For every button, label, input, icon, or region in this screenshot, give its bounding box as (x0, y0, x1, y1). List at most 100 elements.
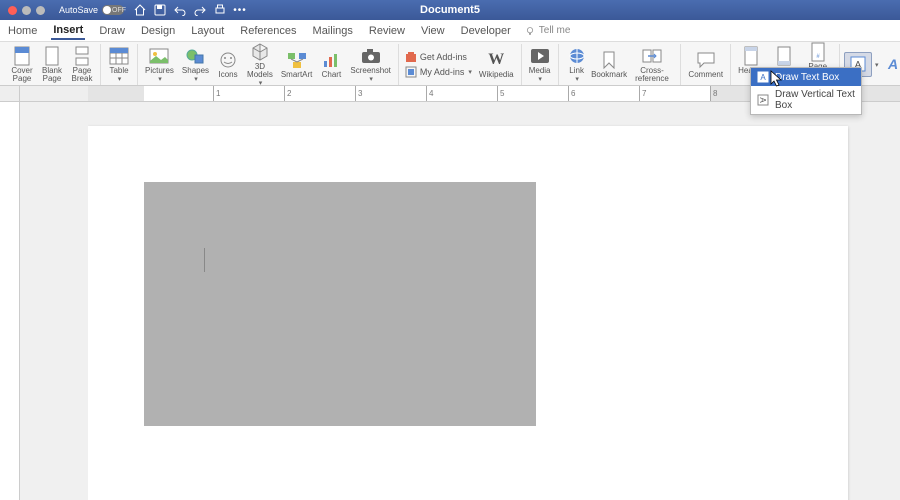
chevron-down-icon: ▾ (194, 75, 198, 83)
smartart-button[interactable]: SmartArt (278, 49, 316, 80)
zoom-window-icon[interactable] (36, 6, 45, 15)
chevron-down-icon: ▾ (259, 79, 263, 86)
get-addins-button[interactable]: Get Add-ins (403, 50, 474, 64)
smartart-icon (287, 50, 307, 70)
chevron-down-icon: ▾ (575, 75, 579, 83)
header-icon (741, 46, 761, 66)
tab-view[interactable]: View (419, 23, 447, 39)
svg-text:A: A (760, 73, 766, 82)
more-icon[interactable]: ••• (234, 4, 246, 16)
mac-title-bar: AutoSave OFF ••• Document5 (0, 0, 900, 20)
chevron-down-icon: ▾ (468, 68, 472, 76)
wikipedia-icon: W (486, 50, 506, 70)
tables-group: Table▾ (101, 44, 138, 85)
chevron-down-icon[interactable]: ▾ (875, 61, 879, 69)
tab-layout[interactable]: Layout (189, 23, 226, 39)
3d-models-button[interactable]: 3D Models▾ (244, 42, 276, 86)
crossref-icon (642, 46, 662, 66)
ruler-mark: 3 (355, 86, 362, 101)
draw-vertical-text-box-item[interactable]: A Draw Vertical Text Box (751, 86, 861, 114)
autosave-state: OFF (112, 7, 126, 14)
page-number-icon: # (808, 42, 828, 62)
wordart-button[interactable]: A (880, 53, 900, 76)
autosave-toggle[interactable]: OFF (102, 5, 124, 15)
ruler-mark: 8 (710, 86, 717, 101)
vertical-text-box-icon: A (757, 94, 769, 106)
chevron-down-icon: ▾ (118, 75, 122, 83)
minimize-window-icon[interactable] (22, 6, 31, 15)
media-group: Media▾ (522, 44, 559, 85)
links-group: Link▾ Bookmark Cross-reference (559, 44, 682, 85)
tell-me-search[interactable]: Tell me (525, 25, 571, 36)
media-button[interactable]: Media▾ (526, 45, 554, 84)
chart-icon (321, 50, 341, 70)
cover-page-button[interactable]: Cover Page (8, 45, 36, 84)
ruler-mark: 7 (639, 86, 646, 101)
chevron-down-icon: ▾ (369, 75, 373, 83)
tab-insert[interactable]: Insert (51, 22, 85, 40)
tab-references[interactable]: References (238, 23, 298, 39)
redo-icon[interactable] (194, 4, 206, 16)
blank-page-button[interactable]: Blank Page (38, 45, 66, 84)
draw-text-box-item[interactable]: A Draw Text Box (751, 68, 861, 86)
tab-review[interactable]: Review (367, 23, 407, 39)
autosave-label: AutoSave (59, 5, 98, 15)
table-icon (109, 46, 129, 66)
comments-group: Comment (681, 44, 731, 85)
tab-developer[interactable]: Developer (459, 23, 513, 39)
quick-access-toolbar: ••• (134, 4, 246, 16)
store-icon (405, 51, 417, 63)
vertical-ruler[interactable] (0, 102, 20, 500)
illustrations-group: Pictures▾ Shapes▾ Icons 3D Models▾ Smart… (138, 44, 399, 85)
ruler-mark: 2 (284, 86, 291, 101)
print-icon[interactable] (214, 4, 226, 16)
cross-reference-button[interactable]: Cross-reference (628, 45, 677, 84)
bookmark-button[interactable]: Bookmark (593, 49, 626, 80)
page-break-button[interactable]: Page Break (68, 45, 96, 84)
link-button[interactable]: Link▾ (563, 45, 591, 84)
ruler-mark: 1 (213, 86, 220, 101)
workspace (0, 102, 900, 500)
undo-icon[interactable] (174, 4, 186, 16)
page-scroll-area[interactable] (88, 102, 900, 500)
screenshot-button[interactable]: Screenshot▾ (347, 45, 393, 84)
chart-button[interactable]: Chart (317, 49, 345, 80)
cover-page-icon (12, 46, 32, 66)
chevron-down-icon: ▾ (538, 75, 542, 83)
svg-text:A: A (887, 56, 898, 72)
pictures-button[interactable]: Pictures▾ (142, 45, 177, 84)
icons-button[interactable]: Icons (214, 49, 242, 80)
close-window-icon[interactable] (8, 6, 17, 15)
pages-group: Cover Page Blank Page Page Break (4, 44, 101, 85)
camera-icon (361, 46, 381, 66)
page-break-icon (72, 46, 92, 66)
table-button[interactable]: Table▾ (105, 45, 133, 84)
text-box-dropdown: A Draw Text Box A Draw Vertical Text Box (750, 67, 862, 115)
ruler-mark: 6 (568, 86, 575, 101)
pictures-icon (149, 46, 169, 66)
inserted-shape-rectangle[interactable] (144, 182, 536, 426)
document-page[interactable] (88, 126, 848, 500)
text-cursor (204, 248, 205, 272)
window-controls[interactable] (8, 6, 45, 15)
footer-icon (774, 46, 794, 66)
shapes-icon (185, 46, 205, 66)
addins-icon (405, 66, 417, 78)
home-icon[interactable] (134, 4, 146, 16)
tab-home[interactable]: Home (6, 23, 39, 39)
tab-mailings[interactable]: Mailings (311, 23, 355, 39)
document-title: Document5 (420, 4, 480, 16)
autosave-control[interactable]: AutoSave OFF (59, 5, 124, 15)
comment-button[interactable]: Comment (685, 49, 726, 80)
dd-label: Draw Vertical Text Box (775, 89, 855, 111)
wikipedia-button[interactable]: W Wikipedia (476, 49, 517, 80)
addins-group: Get Add-ins My Add-ins▾ W Wikipedia (399, 44, 522, 85)
tab-design[interactable]: Design (139, 23, 177, 39)
my-addins-button[interactable]: My Add-ins▾ (403, 65, 474, 79)
tab-draw[interactable]: Draw (97, 23, 127, 39)
media-icon (530, 46, 550, 66)
save-icon[interactable] (154, 4, 166, 16)
bookmark-icon (599, 50, 619, 70)
shapes-button[interactable]: Shapes▾ (179, 45, 212, 84)
text-box-icon: A (757, 71, 769, 83)
